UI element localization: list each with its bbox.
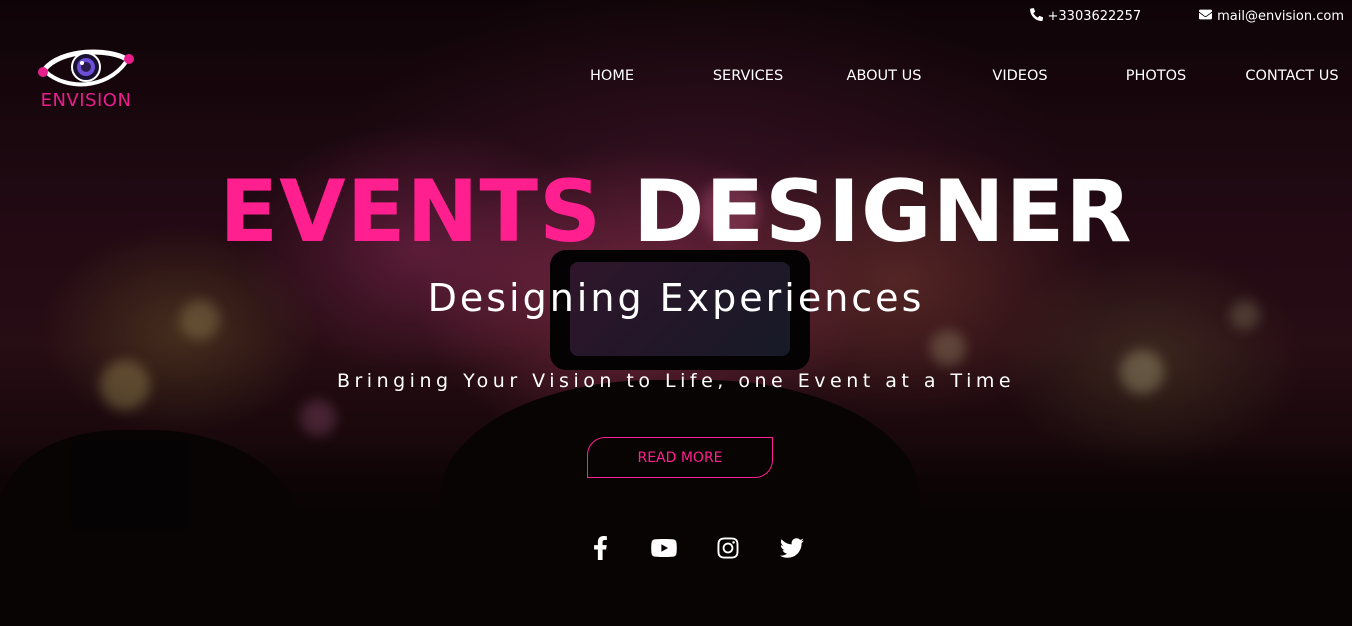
contact-bar: +3303622257 mail@envision.com <box>1029 8 1344 25</box>
email-contact[interactable]: mail@envision.com <box>1199 8 1344 25</box>
nav-photos[interactable]: PHOTOS <box>1104 68 1208 84</box>
hero-subtitle: Designing Experiences <box>427 276 925 320</box>
nav-services[interactable]: SERVICES <box>664 68 832 84</box>
eye-logo-icon <box>36 40 136 92</box>
nav-home[interactable]: HOME <box>560 68 664 84</box>
phone-number: +3303622257 <box>1047 9 1142 24</box>
hero-title: EVENTS DESIGNER <box>0 162 1352 262</box>
site-logo[interactable]: ENVISION <box>36 40 136 111</box>
nav-contact-us[interactable]: CONTACT US <box>1208 68 1352 84</box>
read-more-button[interactable]: READ MORE <box>587 437 773 478</box>
twitter-icon[interactable] <box>760 534 824 562</box>
instagram-icon[interactable] <box>696 534 760 562</box>
facebook-icon[interactable] <box>568 534 632 562</box>
youtube-icon[interactable] <box>632 534 696 562</box>
hero-tagline: Bringing Your Vision to Life, one Event … <box>336 370 1016 392</box>
hero-title-pink: EVENTS <box>219 162 603 262</box>
email-address: mail@envision.com <box>1217 9 1344 24</box>
phone-contact[interactable]: +3303622257 <box>1029 8 1142 25</box>
nav-about-us[interactable]: ABOUT US <box>832 68 936 84</box>
social-links <box>568 534 824 562</box>
phone-icon <box>1029 8 1043 25</box>
main-nav: HOME SERVICES ABOUT US VIDEOS PHOTOS CON… <box>560 68 1352 84</box>
logo-text: ENVISION <box>40 90 132 111</box>
nav-videos[interactable]: VIDEOS <box>936 68 1104 84</box>
hero-title-white: DESIGNER <box>632 162 1133 262</box>
envelope-icon <box>1199 8 1213 25</box>
